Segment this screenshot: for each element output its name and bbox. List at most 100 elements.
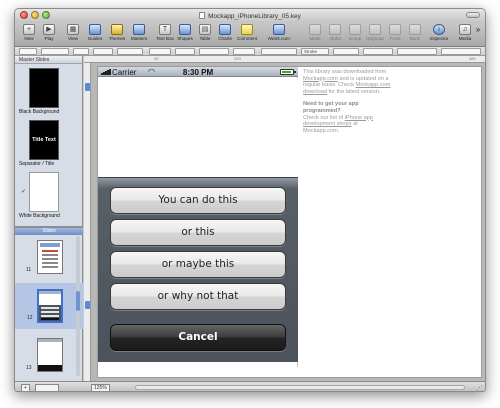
table-icon: ▤ bbox=[199, 24, 211, 35]
ruler-tick-label: 40 bbox=[154, 56, 159, 61]
list-style-select[interactable] bbox=[261, 48, 297, 55]
toolbar-overflow-button[interactable]: » bbox=[471, 25, 485, 34]
checkmark-icon: ✓ bbox=[21, 189, 27, 195]
toolbar-back-button[interactable]: Back bbox=[403, 24, 427, 41]
slide-preview bbox=[39, 291, 61, 321]
shadow-select[interactable] bbox=[397, 48, 437, 55]
iphone-screen: Carrier ◠ 8:30 PM You can do this or thi… bbox=[98, 67, 298, 367]
columns-select[interactable] bbox=[233, 48, 255, 55]
slide-view-select[interactable] bbox=[35, 384, 59, 391]
fill-select[interactable] bbox=[363, 48, 393, 55]
status-time: 8:30 PM bbox=[182, 68, 214, 77]
master-thumb-black bbox=[29, 68, 59, 108]
mockapp-link[interactable]: Mockapp.com bbox=[303, 76, 338, 82]
slide-number: 12 bbox=[27, 315, 33, 321]
mockapp-link[interactable]: Mockapp.com bbox=[356, 82, 391, 88]
iwork-icon bbox=[273, 24, 285, 35]
masters-icon bbox=[133, 24, 145, 35]
ungroup-icon bbox=[369, 24, 381, 35]
action-sheet-cancel-button[interactable]: Cancel bbox=[110, 324, 286, 351]
add-slide-button[interactable]: + bbox=[21, 384, 30, 391]
document-icon bbox=[199, 12, 206, 19]
toolbar-iwork-button[interactable]: iWork.com bbox=[267, 24, 291, 41]
download-link[interactable]: download bbox=[303, 89, 327, 95]
font-select[interactable] bbox=[41, 48, 69, 55]
master-slide-black[interactable]: Black Background bbox=[19, 68, 59, 115]
vertical-ruler bbox=[84, 63, 91, 381]
slide-navigator: Master Slides Black Background Title Tex… bbox=[15, 56, 83, 381]
slide-canvas-area: 40 200 480 Carrier ◠ 8:30 PM You can do … bbox=[84, 56, 485, 381]
vertical-align-buttons[interactable] bbox=[175, 48, 195, 55]
charts-icon bbox=[219, 24, 231, 35]
toolbar-guides-button[interactable]: Guides bbox=[83, 24, 107, 41]
master-thumb-white bbox=[29, 172, 59, 212]
toolbar-themes-button[interactable]: Themes bbox=[105, 24, 129, 41]
toolbar-play-button[interactable]: ▶ Play bbox=[37, 24, 61, 41]
ruler-tick-label: 480 bbox=[469, 56, 476, 61]
spacing-select[interactable] bbox=[199, 48, 229, 55]
ruler-marker[interactable] bbox=[85, 83, 90, 91]
action-sheet-button[interactable]: or maybe this bbox=[110, 251, 286, 278]
slides-section-header: Slides bbox=[15, 228, 83, 235]
action-sheet-button[interactable]: or why not that bbox=[110, 283, 286, 310]
size-select[interactable] bbox=[73, 48, 89, 55]
title-bar[interactable]: Mockapp_iPhoneLibrary_05.key bbox=[15, 9, 485, 23]
resize-grip-icon[interactable]: ⋰ bbox=[476, 384, 483, 391]
themes-icon bbox=[111, 24, 123, 35]
toolbar-toggle-button[interactable] bbox=[466, 12, 480, 18]
guides-icon bbox=[89, 24, 101, 35]
slide-number: 11 bbox=[26, 267, 32, 273]
alpha-icon bbox=[329, 24, 341, 35]
toolbar-view-button[interactable]: ▦ View bbox=[61, 24, 85, 41]
action-sheet-button[interactable]: You can do this bbox=[110, 187, 286, 214]
slide-preview bbox=[38, 339, 62, 371]
style-select[interactable] bbox=[19, 48, 37, 55]
play-icon: ▶ bbox=[43, 24, 55, 35]
iphone-status-bar: Carrier ◠ 8:30 PM bbox=[98, 67, 298, 77]
view-icon: ▦ bbox=[67, 24, 79, 35]
toolbar-comment-button[interactable]: Comment bbox=[235, 24, 259, 41]
text-style-buttons[interactable] bbox=[117, 48, 143, 55]
notes-heading: Need to get your app programmed? bbox=[303, 101, 359, 114]
notes-paragraph: Check our list of iPhone app development… bbox=[303, 114, 373, 134]
master-slides-header: Master Slides bbox=[15, 56, 82, 64]
master-slide-separator[interactable]: Title Text Separator / Title bbox=[19, 120, 59, 167]
slide-thumb-11[interactable]: 11 bbox=[26, 240, 63, 274]
ruler-marker[interactable] bbox=[85, 301, 90, 309]
slide-thumb-13[interactable]: 13 bbox=[26, 338, 63, 372]
text-align-buttons[interactable] bbox=[149, 48, 171, 55]
scroll-knob[interactable] bbox=[76, 291, 80, 311]
slide-canvas[interactable]: Carrier ◠ 8:30 PM You can do this or thi… bbox=[97, 66, 482, 378]
stroke-width-select[interactable] bbox=[333, 48, 359, 55]
comment-icon bbox=[241, 24, 253, 35]
zoom-select[interactable]: 125% bbox=[91, 384, 110, 391]
master-slide-white[interactable]: White Background bbox=[19, 172, 60, 219]
navigator-scrollbar[interactable] bbox=[76, 236, 80, 376]
opacity-select[interactable] bbox=[441, 48, 481, 55]
shapes-icon bbox=[179, 24, 191, 35]
window-title: Mockapp_iPhoneLibrary_05.key bbox=[15, 12, 485, 20]
toolbar-inspector-button[interactable]: i Inspector bbox=[427, 24, 451, 41]
stroke-select[interactable]: Stroke bbox=[301, 48, 329, 55]
inspector-icon: i bbox=[433, 24, 445, 35]
front-icon bbox=[389, 24, 401, 35]
horizontal-scrollbar[interactable] bbox=[135, 385, 465, 390]
color-well[interactable] bbox=[93, 48, 113, 55]
format-bar: Stroke bbox=[15, 47, 485, 56]
master-caption: Separator / Title bbox=[19, 161, 55, 167]
group-icon bbox=[349, 24, 361, 35]
battery-icon bbox=[280, 69, 296, 75]
media-icon: ♫ bbox=[459, 24, 471, 35]
textbox-icon: T bbox=[159, 24, 171, 35]
slide-thumb-12[interactable]: 12 bbox=[27, 289, 63, 323]
new-icon: + bbox=[23, 24, 35, 35]
toolbar-masters-button[interactable]: Masters bbox=[127, 24, 151, 41]
back-icon bbox=[409, 24, 421, 35]
toolbar-charts-button[interactable]: Charts bbox=[213, 24, 237, 41]
action-sheet-button[interactable]: or this bbox=[110, 219, 286, 246]
ruler-tick-label: 200 bbox=[234, 56, 241, 61]
slide-number: 13 bbox=[26, 365, 32, 371]
master-thumb-separator: Title Text bbox=[29, 120, 59, 160]
bottom-bar: + 125% ⋰ bbox=[15, 381, 485, 391]
library-notes: This library was downloaded from Mockapp… bbox=[303, 69, 393, 134]
